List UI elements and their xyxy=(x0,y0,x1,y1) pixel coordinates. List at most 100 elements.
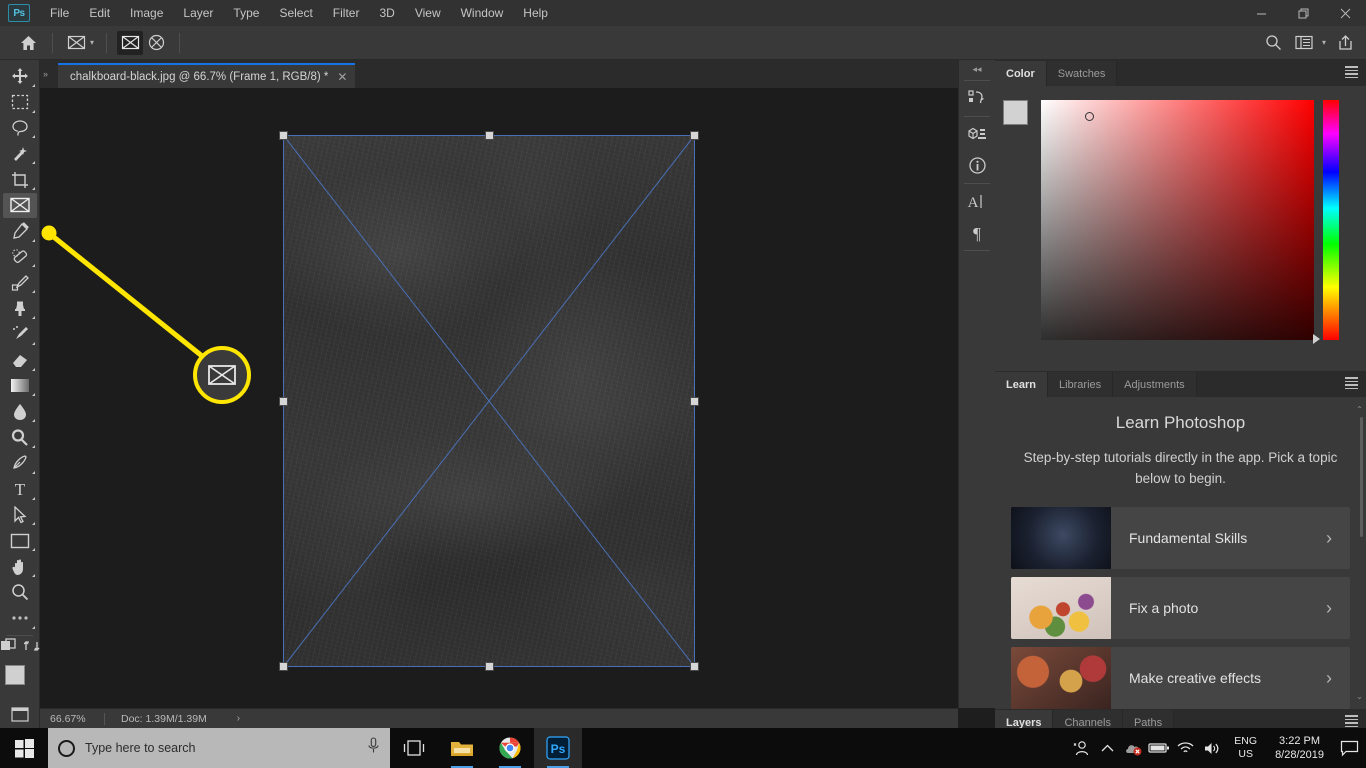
menu-type[interactable]: Type xyxy=(223,0,269,26)
tab-color[interactable]: Color xyxy=(995,61,1047,86)
swap-colors-icon[interactable] xyxy=(23,638,40,659)
menu-view[interactable]: View xyxy=(405,0,451,26)
share-icon[interactable] xyxy=(1332,31,1358,55)
chevron-down-icon[interactable]: ▾ xyxy=(90,38,94,47)
scroll-up-icon[interactable]: ⌃ xyxy=(1356,405,1363,414)
color-picker-field[interactable] xyxy=(1041,100,1314,340)
rectangular-marquee-tool[interactable] xyxy=(3,90,37,115)
hand-tool[interactable] xyxy=(3,554,37,579)
zoom-tool[interactable] xyxy=(3,580,37,605)
path-selection-tool[interactable] xyxy=(3,503,37,528)
transform-handle-top-right[interactable] xyxy=(690,131,699,140)
show-hidden-icons-chevron[interactable] xyxy=(1094,728,1120,768)
foreground-color-swatch[interactable] xyxy=(4,665,25,686)
clock[interactable]: 3:22 PM 8/28/2019 xyxy=(1267,734,1332,762)
onedrive-error-icon[interactable] xyxy=(1120,728,1146,768)
transform-handle-bottom-right[interactable] xyxy=(690,662,699,671)
history-brush-tool[interactable] xyxy=(3,322,37,347)
object-selection-tool[interactable] xyxy=(3,141,37,166)
chevron-right-icon[interactable]: › xyxy=(1326,528,1350,549)
transform-handle-bottom-center[interactable] xyxy=(485,662,494,671)
google-chrome-icon[interactable] xyxy=(486,728,534,768)
menu-edit[interactable]: Edit xyxy=(79,0,120,26)
search-icon[interactable] xyxy=(1261,31,1287,55)
learn-card-fix-a-photo[interactable]: Fix a photo › xyxy=(1011,577,1350,639)
spot-healing-brush-tool[interactable] xyxy=(3,245,37,270)
properties-panel-icon[interactable] xyxy=(962,119,992,150)
collapse-panels-icon[interactable]: ◂◂ xyxy=(959,60,996,78)
tab-libraries[interactable]: Libraries xyxy=(1047,372,1114,397)
menu-layer[interactable]: Layer xyxy=(173,0,223,26)
volume-icon[interactable] xyxy=(1198,728,1224,768)
brush-tool[interactable] xyxy=(3,270,37,295)
quick-mask-icon[interactable] xyxy=(0,638,18,659)
transform-handle-bottom-left[interactable] xyxy=(279,662,288,671)
tab-adjustments[interactable]: Adjustments xyxy=(1113,372,1197,397)
active-tool-icon[interactable] xyxy=(63,31,89,55)
close-button[interactable] xyxy=(1324,0,1366,26)
workspace-chevron-down-icon[interactable]: ▾ xyxy=(1322,38,1326,47)
minimize-button[interactable] xyxy=(1240,0,1282,26)
status-expand-icon[interactable]: › xyxy=(207,713,240,724)
gradient-tool[interactable] xyxy=(3,374,37,399)
frame-tool[interactable] xyxy=(2,192,37,218)
document-canvas[interactable] xyxy=(279,131,699,671)
menu-select[interactable]: Select xyxy=(269,0,322,26)
microphone-icon[interactable] xyxy=(367,737,380,759)
menu-filter[interactable]: Filter xyxy=(323,0,370,26)
rectangle-tool[interactable] xyxy=(3,528,37,553)
task-view-icon[interactable] xyxy=(390,728,438,768)
info-panel-icon[interactable] xyxy=(962,150,992,181)
windows-start-icon[interactable] xyxy=(0,728,48,768)
color-panel-foreground-swatch[interactable] xyxy=(1003,100,1028,125)
color-swatches[interactable] xyxy=(4,665,35,696)
menu-help[interactable]: Help xyxy=(513,0,558,26)
panel-expand-arrows-icon[interactable]: » xyxy=(40,60,58,88)
frame-rectangle-icon[interactable] xyxy=(117,30,144,55)
photoshop-icon[interactable]: Ps xyxy=(534,728,582,768)
battery-icon[interactable] xyxy=(1146,728,1172,768)
blur-tool[interactable] xyxy=(3,399,37,424)
screen-mode-icon[interactable] xyxy=(3,702,37,727)
edit-toolbar-more-button[interactable] xyxy=(3,606,37,631)
transform-handle-middle-right[interactable] xyxy=(690,397,699,406)
character-panel-icon[interactable]: A xyxy=(962,186,992,217)
pen-tool[interactable] xyxy=(3,451,37,476)
move-tool[interactable] xyxy=(3,64,37,89)
frame-ellipse-icon[interactable] xyxy=(143,31,169,55)
history-panel-icon[interactable] xyxy=(962,83,992,114)
chevron-right-icon[interactable]: › xyxy=(1326,598,1350,619)
panel-menu-icon[interactable] xyxy=(1345,377,1358,389)
scroll-down-icon[interactable]: ⌄ xyxy=(1356,692,1363,701)
wifi-icon[interactable] xyxy=(1172,728,1198,768)
transform-handle-top-left[interactable] xyxy=(279,131,288,140)
learn-card-fundamental-skills[interactable]: Fundamental Skills › xyxy=(1011,507,1350,569)
scroll-thumb[interactable] xyxy=(1360,417,1363,537)
notifications-icon[interactable] xyxy=(1332,728,1366,768)
zoom-level[interactable]: 66.67% xyxy=(40,713,104,725)
transform-handle-middle-left[interactable] xyxy=(279,397,288,406)
eyedropper-tool[interactable] xyxy=(3,219,37,244)
type-tool[interactable]: T xyxy=(3,477,37,502)
panel-menu-icon[interactable] xyxy=(1345,66,1358,78)
canvas-area[interactable] xyxy=(40,88,958,708)
workspace-icon[interactable] xyxy=(1291,31,1317,55)
transform-handle-top-center[interactable] xyxy=(485,131,494,140)
lasso-tool[interactable] xyxy=(3,116,37,141)
paragraph-panel-icon[interactable]: ¶ xyxy=(962,217,992,248)
people-icon[interactable] xyxy=(1068,728,1094,768)
eraser-tool[interactable] xyxy=(3,348,37,373)
file-explorer-icon[interactable] xyxy=(438,728,486,768)
learn-card-make-creative-effects[interactable]: Make creative effects › xyxy=(1011,647,1350,709)
restore-button[interactable] xyxy=(1282,0,1324,26)
home-icon[interactable] xyxy=(14,31,42,55)
dodge-tool[interactable] xyxy=(3,425,37,450)
menu-image[interactable]: Image xyxy=(120,0,173,26)
tab-swatches[interactable]: Swatches xyxy=(1046,61,1118,86)
menu-3d[interactable]: 3D xyxy=(369,0,404,26)
menu-window[interactable]: Window xyxy=(451,0,514,26)
crop-tool[interactable] xyxy=(3,167,37,192)
close-icon[interactable]: ✕ xyxy=(337,70,347,84)
panel-menu-icon[interactable] xyxy=(1345,715,1358,727)
search-input[interactable]: Type here to search xyxy=(48,728,390,768)
